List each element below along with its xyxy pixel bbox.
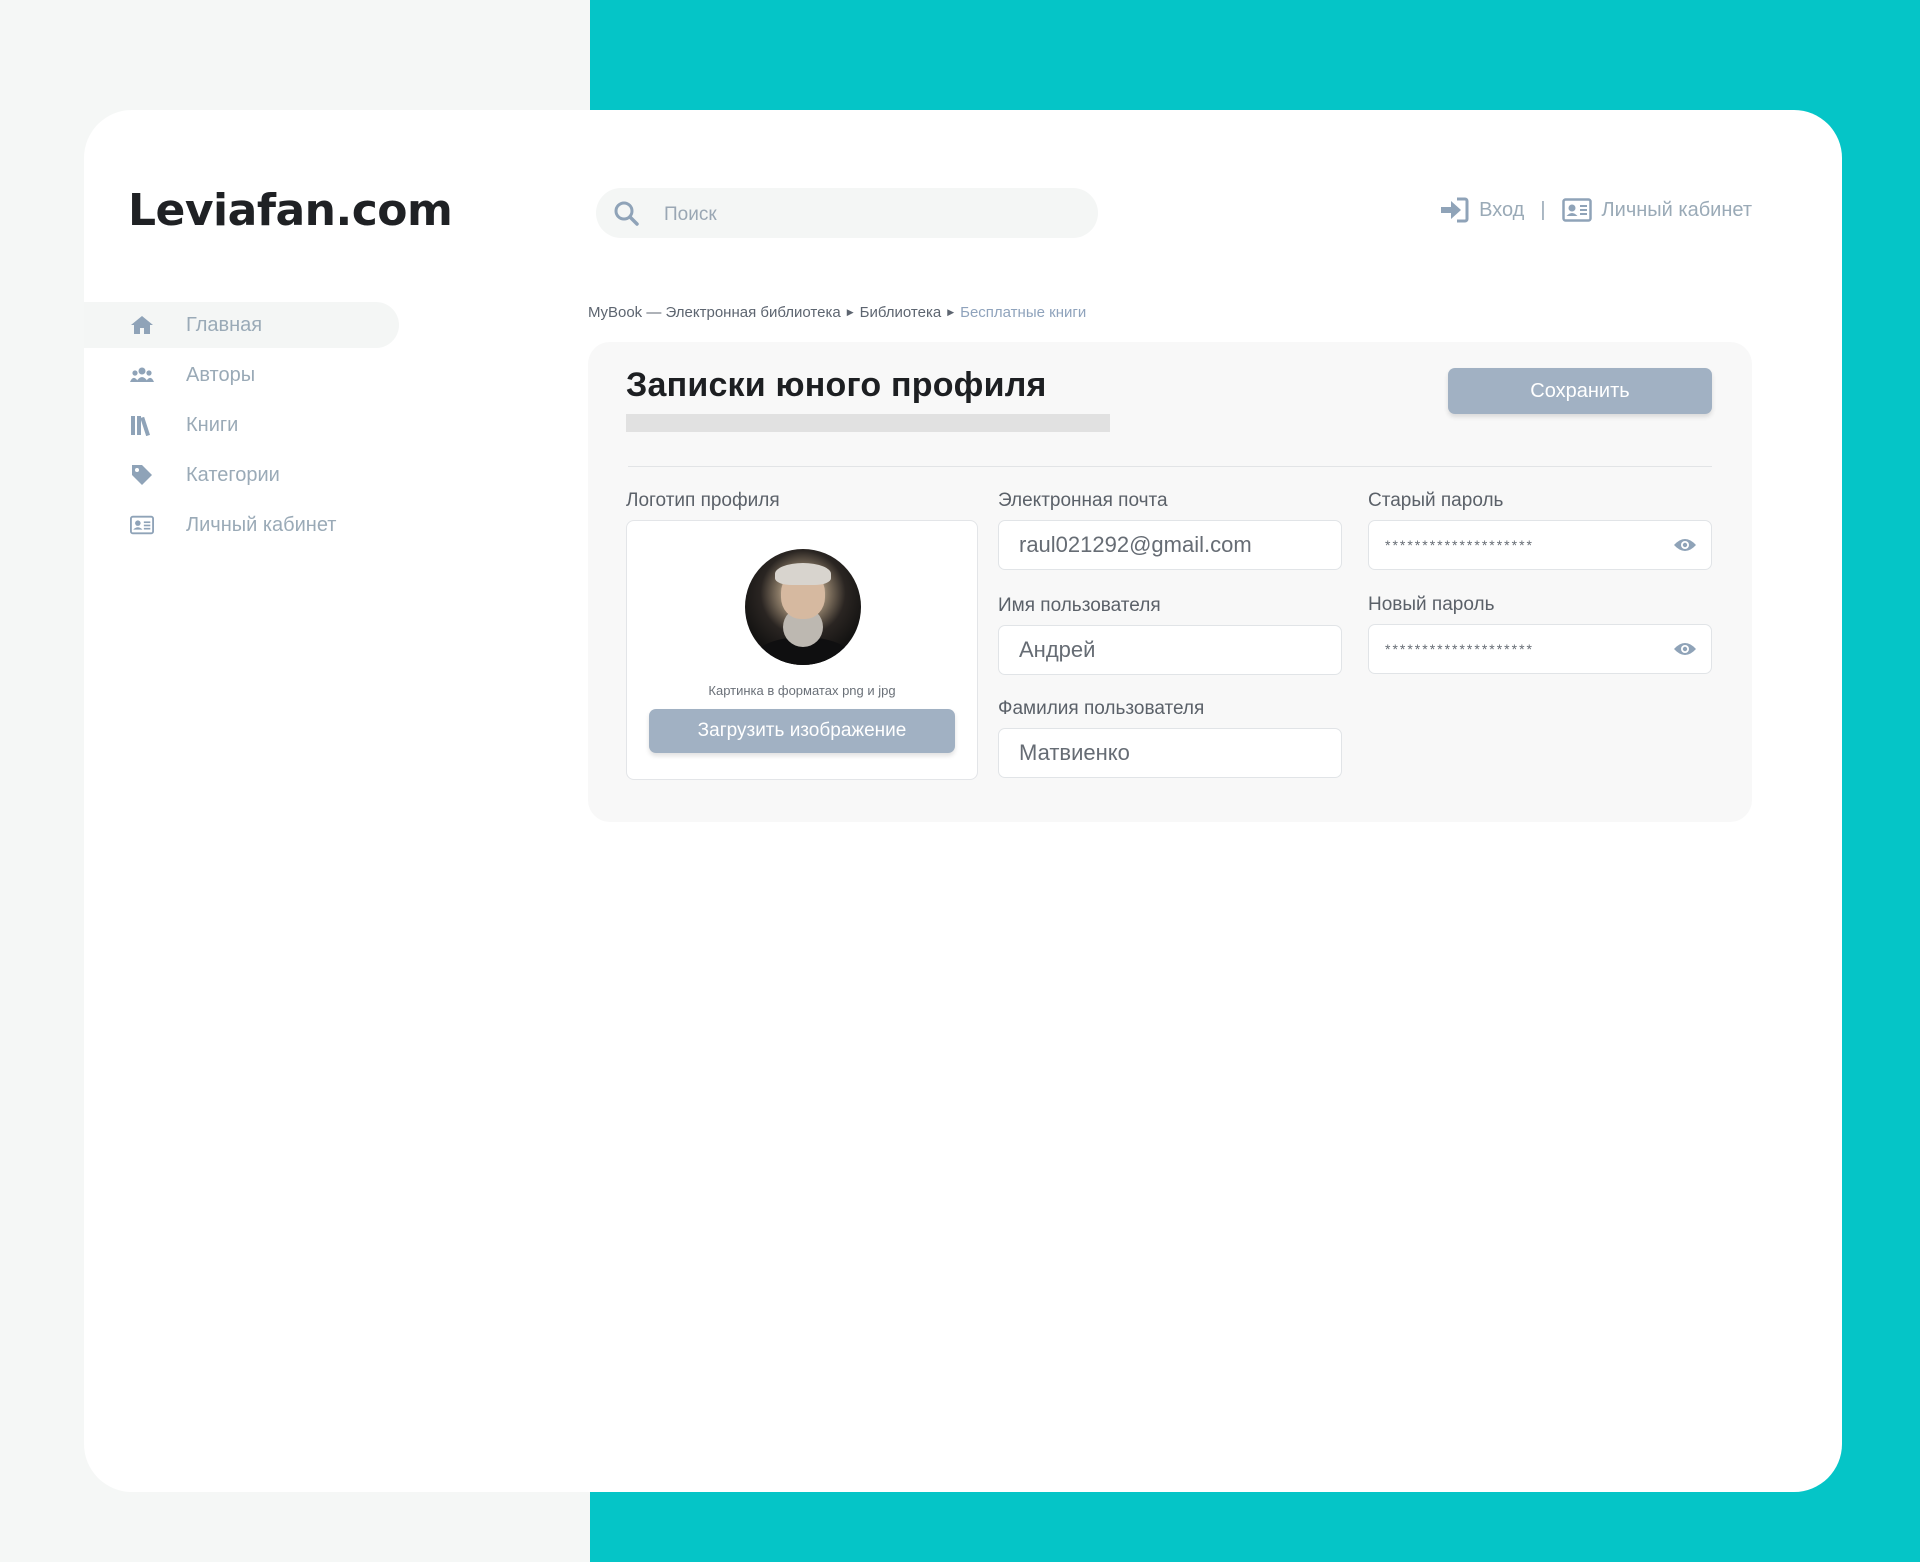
users-icon [130,363,154,387]
login-icon[interactable] [1439,197,1469,223]
upload-image-button[interactable]: Загрузить изображение [649,709,955,753]
sidebar-item-cabinet[interactable]: Личный кабинет [84,502,484,548]
sidebar-item-books[interactable]: Книги [84,402,484,448]
last-name-label: Фамилия пользователя [998,698,1205,719]
email-field[interactable]: raul021292@gmail.com [998,520,1342,570]
profile-title-wrap: Записки юного профиля [626,366,1110,432]
sidebar-item-label: Категории [186,463,280,486]
eye-icon[interactable] [1673,537,1697,553]
title-highlight [626,414,1110,432]
sidebar-item-label: Личный кабинет [186,513,337,536]
header-actions: Вход | Личный кабинет [1439,194,1752,226]
profile-panel: Записки юного профиля Сохранить Логотип … [588,342,1752,822]
divider [628,466,1712,467]
search-input[interactable]: Поиск [664,204,717,226]
sidebar-item-authors[interactable]: Авторы [84,352,484,398]
sidebar-item-label: Авторы [186,363,256,386]
avatar [745,549,861,665]
first-name-label: Имя пользователя [998,595,1161,616]
first-name-field[interactable]: Андрей [998,625,1342,675]
new-password-label: Новый пароль [1368,594,1495,615]
sidebar-item-home[interactable]: Главная [84,302,399,348]
new-password-value: ******************** [1385,641,1534,657]
tag-icon [130,463,154,487]
logo-format-hint: Картинка в форматах png и jpg [708,683,896,698]
eye-icon[interactable] [1673,641,1697,657]
breadcrumb-arrow-icon: ▶ [846,307,854,317]
logo-label: Логотип профиля [626,490,780,511]
header-separator: | [1540,198,1546,221]
app-card: Leviafan.com Поиск Вход | Личный кабинет [84,110,1842,1492]
sidebar-item-label: Книги [186,413,239,436]
breadcrumb-current: Бесплатные книги [960,304,1087,321]
breadcrumb-item-library[interactable]: Библиотека [860,304,942,321]
sidebar-nav: Главная Авторы Книги Категории Личный ка… [84,302,484,552]
id-card-icon [130,513,154,537]
breadcrumb: MyBook — Электронная библиотека ▶ Библио… [588,304,1086,321]
login-link[interactable]: Вход [1479,199,1524,222]
page-title: Записки юного профиля [626,366,1047,404]
old-password-field[interactable]: ******************** [1368,520,1712,570]
logo-upload-box: Картинка в форматах png и jpg Загрузить … [626,520,978,780]
id-card-icon[interactable] [1561,198,1592,222]
search-bar[interactable]: Поиск [596,188,1098,238]
old-password-label: Старый пароль [1368,490,1504,511]
old-password-value: ******************** [1385,537,1534,553]
breadcrumb-item-home[interactable]: MyBook — Электронная библиотека [588,304,841,321]
books-icon [130,413,154,437]
cabinet-link[interactable]: Личный кабинет [1602,199,1752,222]
sidebar-item-categories[interactable]: Категории [84,452,484,498]
last-name-field[interactable]: Матвиенко [998,728,1342,778]
sidebar-item-label: Главная [186,313,263,336]
new-password-field[interactable]: ******************** [1368,624,1712,674]
home-icon [130,313,154,337]
site-logo[interactable]: Leviafan.com [128,185,453,236]
email-label: Электронная почта [998,490,1168,511]
save-button[interactable]: Сохранить [1448,368,1712,414]
search-icon [614,201,639,226]
breadcrumb-arrow-icon: ▶ [947,307,955,317]
